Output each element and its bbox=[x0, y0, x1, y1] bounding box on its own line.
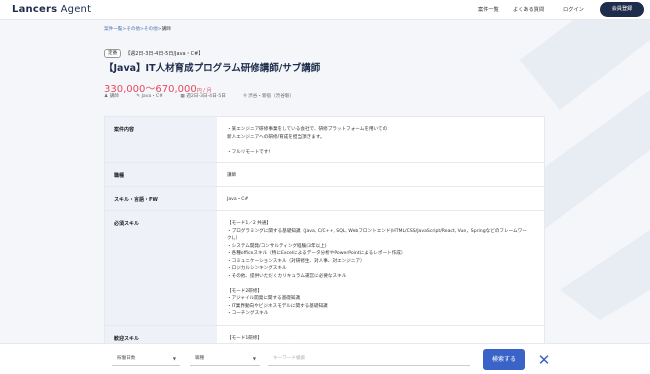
job-tagline: 定番 【週2日-3日-4日-5日/Java・C#】 bbox=[104, 49, 203, 58]
row-label: 必須スキル bbox=[105, 211, 217, 325]
nav-job-list[interactable]: 案件一覧 bbox=[478, 6, 499, 13]
breadcrumb-job-list[interactable]: 案件一覧 bbox=[104, 27, 122, 32]
meta-skill: ✎ Java・C# bbox=[136, 94, 163, 99]
keyword-search-input[interactable]: キーワード検索 bbox=[268, 352, 470, 366]
table-row: 案件内容 ・某エンジニア研修事業をしている会社で、研修プラットフォームを用いての… bbox=[105, 117, 544, 163]
job-detail-table: 案件内容 ・某エンジニア研修事業をしている会社で、研修プラットフォームを用いての… bbox=[104, 116, 545, 357]
breadcrumb: 案件一覧>その他>その他>講師 bbox=[104, 27, 171, 32]
table-row: 職種 講師 bbox=[105, 163, 544, 187]
breadcrumb-other-2[interactable]: その他 bbox=[144, 27, 158, 32]
page-title: 【Java】IT人材育成プログラム研修講師/サブ講師 bbox=[104, 63, 321, 74]
meta-days: ▦ 週2日-3日-4日-5日 bbox=[180, 94, 226, 99]
meta-location: ⚲ 渋谷・新宿（渋谷駅） bbox=[243, 94, 295, 99]
job-tags: 【週2日-3日-4日-5日/Java・C#】 bbox=[125, 51, 204, 57]
top-header: Lancers Agent 案件一覧 よくある質問 ログイン 会員登録 bbox=[0, 0, 650, 20]
meta-role: ♟ 講師 bbox=[104, 94, 119, 99]
row-label: スキル・言語・FW bbox=[105, 187, 217, 210]
work-days-select[interactable]: 稼働日数 ▼ bbox=[112, 352, 180, 366]
search-button[interactable]: 検索する bbox=[483, 349, 525, 370]
nav-faq[interactable]: よくある質問 bbox=[513, 6, 544, 13]
table-row: 必須スキル 【モード1／2 共通】 ・プログラミングに関する基礎知識（Java,… bbox=[105, 211, 544, 326]
row-label: 案件内容 bbox=[105, 117, 217, 162]
chevron-down-icon: ▼ bbox=[252, 356, 256, 361]
row-value: Java・C# bbox=[227, 197, 249, 202]
job-meta: ♟ 講師 ✎ Java・C# ▦ 週2日-3日-4日-5日 ⚲ 渋谷・新宿（渋谷… bbox=[104, 93, 310, 99]
status-badge: 定番 bbox=[104, 49, 122, 58]
table-row: スキル・言語・FW Java・C# bbox=[105, 187, 544, 211]
chevron-down-icon: ▼ bbox=[172, 356, 176, 361]
register-button[interactable]: 会員登録 bbox=[600, 2, 644, 17]
row-value: 講師 bbox=[227, 173, 237, 178]
job-type-select[interactable]: 職種 ▼ bbox=[190, 352, 260, 366]
breadcrumb-other-1[interactable]: その他 bbox=[126, 27, 140, 32]
row-label: 職種 bbox=[105, 163, 217, 186]
lancers-agent-logo[interactable]: Lancers Agent bbox=[12, 4, 91, 15]
breadcrumb-current: 講師 bbox=[161, 27, 171, 32]
close-icon[interactable]: ✕ bbox=[537, 351, 551, 369]
row-value: 【モード1／2 共通】 ・プログラミングに関する基礎知識（Java, C/C++… bbox=[227, 221, 527, 316]
nav-login[interactable]: ログイン bbox=[563, 6, 584, 13]
row-value: ・某エンジニア研修事業をしている会社で、研修プラットフォームを用いての 新人エン… bbox=[227, 127, 388, 155]
